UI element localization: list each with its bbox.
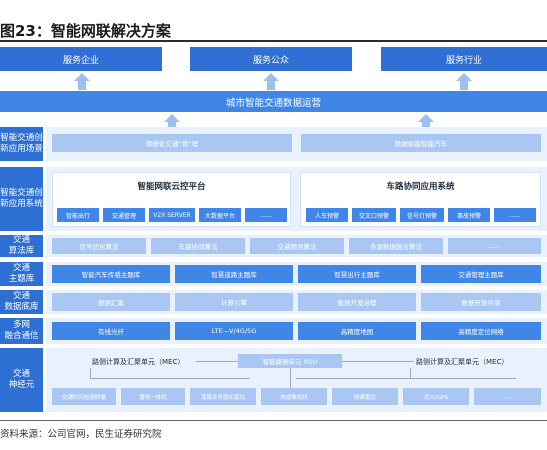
topic-item: 智慧道路主题库 [175, 265, 293, 283]
database-item: 数据开放共享 [421, 293, 541, 311]
algorithm-item: 交通预测算法 [250, 238, 344, 254]
topic-item: 智慧出行主题库 [298, 265, 416, 283]
row-label-topic: 交通 主题库 [0, 262, 43, 286]
source-note: 资料来源：公司官网，民生证券研究院 [0, 429, 162, 440]
network-item: LTE—V/4G/5G [175, 322, 293, 340]
up-arrow-icon [74, 73, 90, 90]
connector-line [342, 361, 414, 362]
row-label-database: 交通 数据底库 [0, 290, 43, 314]
network-item: 高精度地图 [298, 322, 416, 340]
connector-line [290, 368, 291, 388]
nerve-item: 北斗/GPS [403, 388, 469, 405]
database-item: 数据开发治理 [298, 293, 416, 311]
algorithm-item: 信号优化算法 [52, 238, 146, 254]
nerve-item: 雷视一体机 [121, 388, 185, 405]
connector-line [90, 378, 250, 379]
algorithm-item: 多源数据融合算法 [349, 238, 443, 254]
connector-line [296, 378, 516, 379]
system-item: 交通管理 [103, 208, 145, 222]
topic-item: 交通管理主题库 [421, 265, 541, 283]
system-item: 事故预警 [448, 208, 490, 222]
scene-item-data-empower: 数据赋能智能汽车 [301, 134, 541, 152]
network-item: 高精度定位网络 [421, 322, 541, 340]
scene-item-traffic-management: 精细化交通“管”理 [52, 134, 292, 152]
row-label-nerve: 交通 神经元 [0, 348, 43, 412]
nerve-item: 道路业务感知基站 [190, 388, 256, 405]
row-label-algorithm: 交通 算法库 [0, 235, 43, 257]
connector-line [196, 361, 238, 362]
network-item: 有线光纤 [52, 322, 170, 340]
mec-left-label: 路侧计算及汇聚单元（MEC） [92, 358, 185, 366]
bottom-rule [0, 420, 547, 421]
platform-bar: 城市智能交通数据运营 [0, 91, 547, 112]
row-label-scene: 智能交通创 新应用场景 [0, 127, 43, 161]
cloud-platform-title: 智能网联云控平台 [137, 182, 206, 192]
figure-title: 图23：智能网联解决方案 [0, 22, 171, 40]
nerve-item: 热成像相机 [261, 388, 327, 405]
system-item: 智能出行 [57, 208, 99, 222]
system-item: 人车预警 [306, 208, 348, 222]
nerve-item: ...... [474, 388, 541, 405]
service-box-public: 服务公众 [190, 47, 352, 71]
vehicle-road-title: 车路协同应用系统 [386, 182, 455, 192]
nerve-item: 交通时间检测终端 [52, 388, 116, 405]
system-item: 大数据平台 [199, 208, 241, 222]
system-item: 信号灯预警 [400, 208, 444, 222]
system-item: V2X SERVER [149, 208, 195, 222]
nerve-item: 频谱雷达 [332, 388, 398, 405]
topic-item: 智能汽车传感主题库 [52, 265, 170, 283]
system-item: ...... [494, 208, 536, 222]
row-label-network: 多网 融合通信 [0, 318, 43, 344]
mec-right-label: 路侧计算及汇聚单元（MEC） [416, 358, 509, 366]
connector-line [410, 368, 411, 378]
connector-line [90, 368, 91, 378]
system-item: ...... [245, 208, 287, 222]
rsu-box: 智能路侧单元 RSU [238, 354, 342, 368]
service-box-enterprise: 服务企业 [0, 47, 162, 71]
up-arrow-icon [263, 73, 279, 90]
service-box-industry: 服务行业 [381, 47, 547, 71]
up-arrow-icon [456, 73, 472, 90]
row-label-system: 智能交通创 新应用系统 [0, 167, 43, 231]
title-rule [0, 40, 547, 42]
algorithm-item: 车路协同算法 [151, 238, 245, 254]
system-item: 交叉口预警 [352, 208, 396, 222]
database-item: 数据汇集 [52, 293, 170, 311]
database-item: 计算引擎 [175, 293, 293, 311]
algorithm-item: ...... [448, 238, 541, 254]
